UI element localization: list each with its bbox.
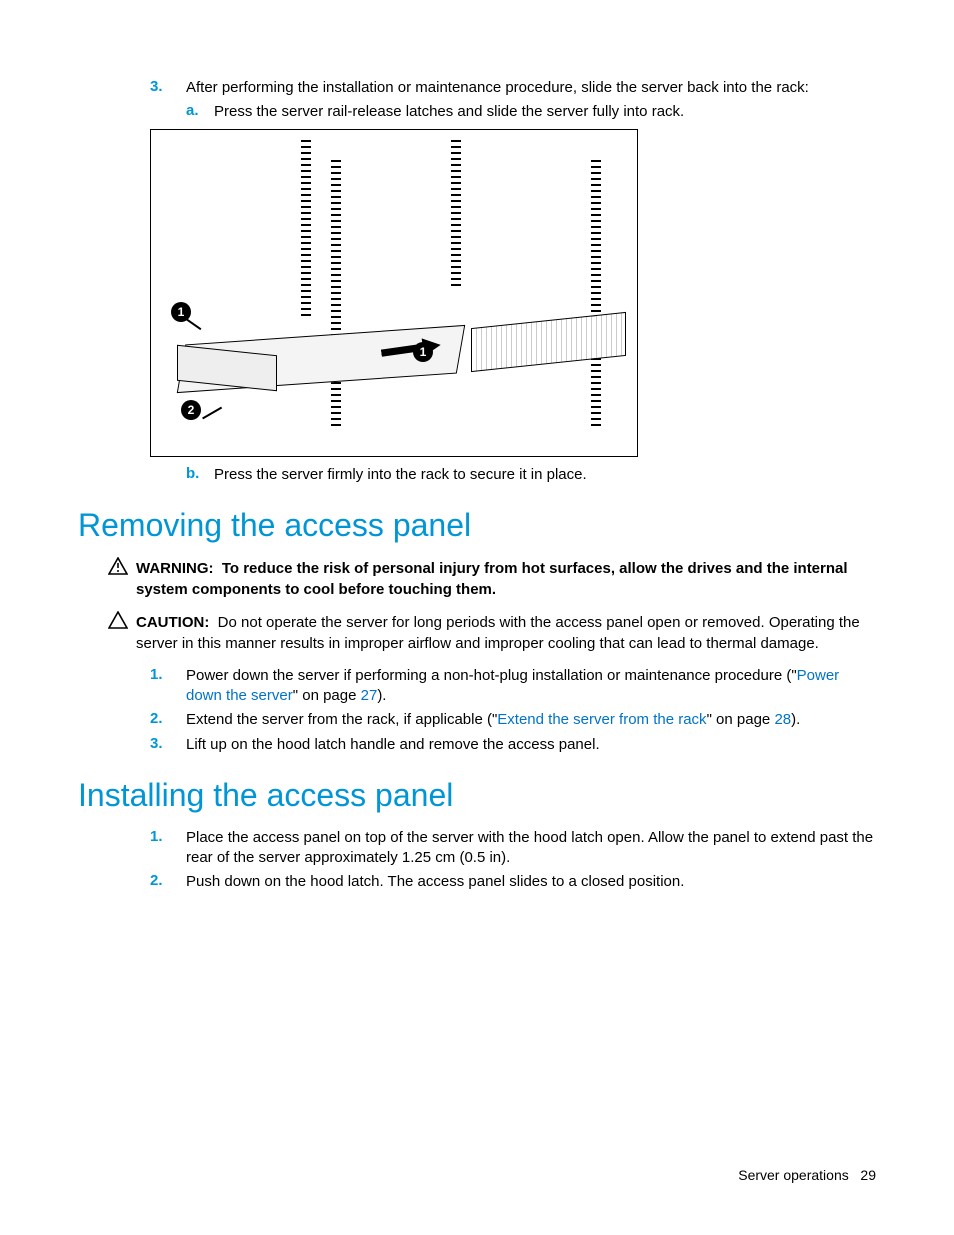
step-marker: 1. [150, 666, 186, 707]
list-item: 2. Push down on the hood latch. The acce… [150, 872, 876, 892]
substep-b: b. Press the server firmly into the rack… [186, 465, 876, 485]
step-text: After performing the installation or mai… [186, 78, 876, 98]
step-text: Lift up on the hood latch handle and rem… [186, 735, 876, 755]
caution-icon [108, 611, 136, 653]
caution-admonition: CAUTION: Do not operate the server for l… [108, 612, 876, 654]
heading-removing-access-panel: Removing the access panel [78, 507, 876, 544]
step-marker: 1. [150, 828, 186, 869]
warning-text: To reduce the risk of personal injury fr… [136, 560, 848, 598]
caution-label: CAUTION: [136, 614, 209, 631]
step-marker: 2. [150, 872, 186, 892]
list-item: 1. Power down the server if performing a… [150, 666, 876, 707]
footer-page-number: 29 [860, 1167, 876, 1183]
step-text: Place the access panel on top of the ser… [186, 828, 876, 869]
step-marker: 3. [150, 78, 186, 98]
warning-label: WARNING: [136, 560, 214, 577]
substep-text: Press the server firmly into the rack to… [214, 465, 876, 485]
warning-icon [108, 557, 136, 599]
step-text: Push down on the hood latch. The access … [186, 872, 876, 892]
list-item: 3. Lift up on the hood latch handle and … [150, 735, 876, 755]
footer-section: Server operations [738, 1167, 849, 1183]
substep-marker: a. [186, 102, 214, 122]
list-item: 2. Extend the server from the rack, if a… [150, 710, 876, 730]
warning-admonition: WARNING: To reduce the risk of personal … [108, 558, 876, 600]
link-page-27[interactable]: 27 [361, 687, 378, 704]
installing-steps: 1. Place the access panel on top of the … [150, 828, 876, 893]
heading-installing-access-panel: Installing the access panel [78, 777, 876, 814]
step-text: Power down the server if performing a no… [186, 667, 797, 684]
step-text: Extend the server from the rack, if appl… [186, 711, 497, 728]
link-extend-server[interactable]: Extend the server from the rack [497, 711, 706, 728]
list-item: 1. Place the access panel on top of the … [150, 828, 876, 869]
callout-2: 2 [181, 400, 201, 420]
substep-marker: b. [186, 465, 214, 485]
callout-1b: 1 [413, 342, 433, 362]
substep-a: a. Press the server rail-release latches… [186, 102, 876, 122]
substep-text: Press the server rail-release latches an… [214, 102, 876, 122]
caution-text: Do not operate the server for long perio… [136, 614, 860, 652]
removing-steps: 1. Power down the server if performing a… [150, 666, 876, 755]
page-footer: Server operations 29 [738, 1167, 876, 1183]
link-page-28[interactable]: 28 [774, 711, 791, 728]
step-3: 3. After performing the installation or … [150, 78, 876, 98]
step-marker: 3. [150, 735, 186, 755]
rack-illustration: 1 1 2 [150, 129, 638, 457]
step-marker: 2. [150, 710, 186, 730]
